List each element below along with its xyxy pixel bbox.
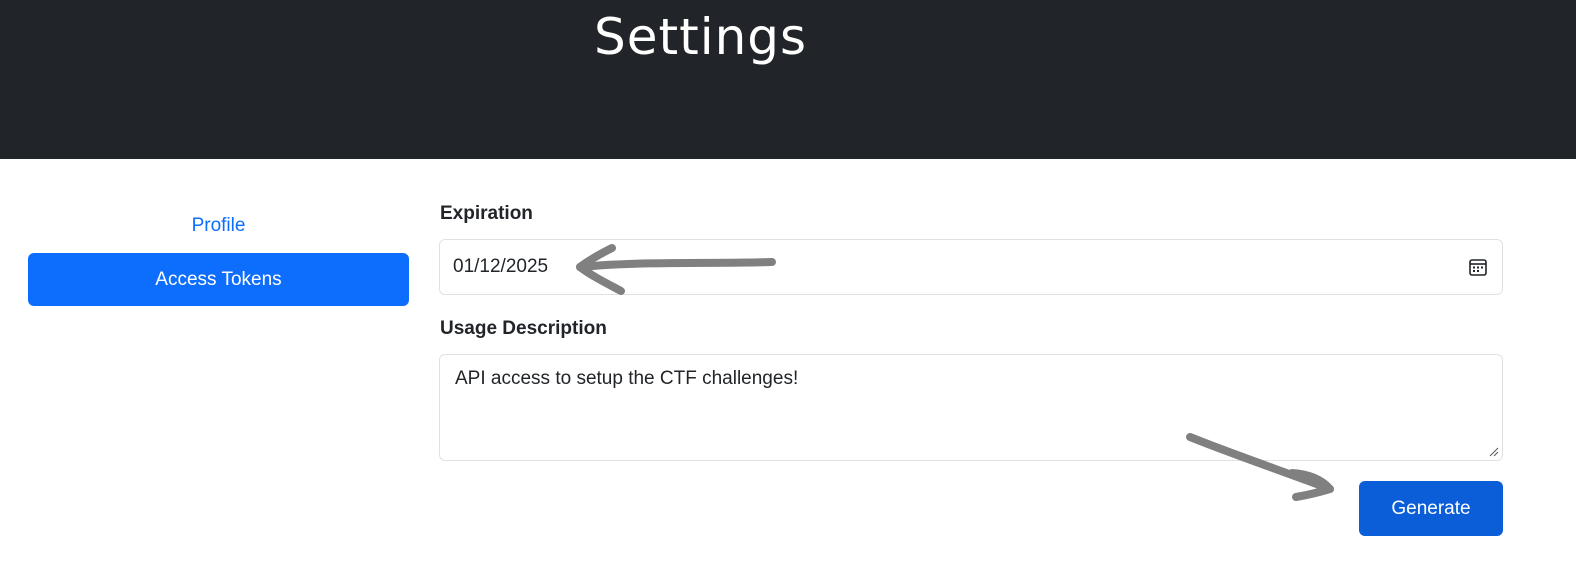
resize-handle-icon[interactable] [1489, 447, 1499, 457]
usage-description-textarea[interactable]: API access to setup the CTF challenges! [439, 354, 1503, 461]
expiration-date-value: 01/12/2025 [453, 256, 549, 277]
page-header: Settings [0, 0, 1576, 159]
sidebar-item-access-tokens[interactable]: Access Tokens [28, 253, 409, 306]
page-title: Settings [594, 8, 808, 66]
usage-description-label: Usage Description [440, 318, 607, 339]
usage-description-value: API access to setup the CTF challenges! [455, 368, 799, 389]
generate-button[interactable]: Generate [1359, 481, 1503, 536]
calendar-icon[interactable] [1468, 257, 1488, 277]
expiration-date-input[interactable]: 01/12/2025 [439, 239, 1503, 295]
expiration-label: Expiration [440, 203, 533, 224]
sidebar-item-profile[interactable]: Profile [28, 208, 409, 244]
